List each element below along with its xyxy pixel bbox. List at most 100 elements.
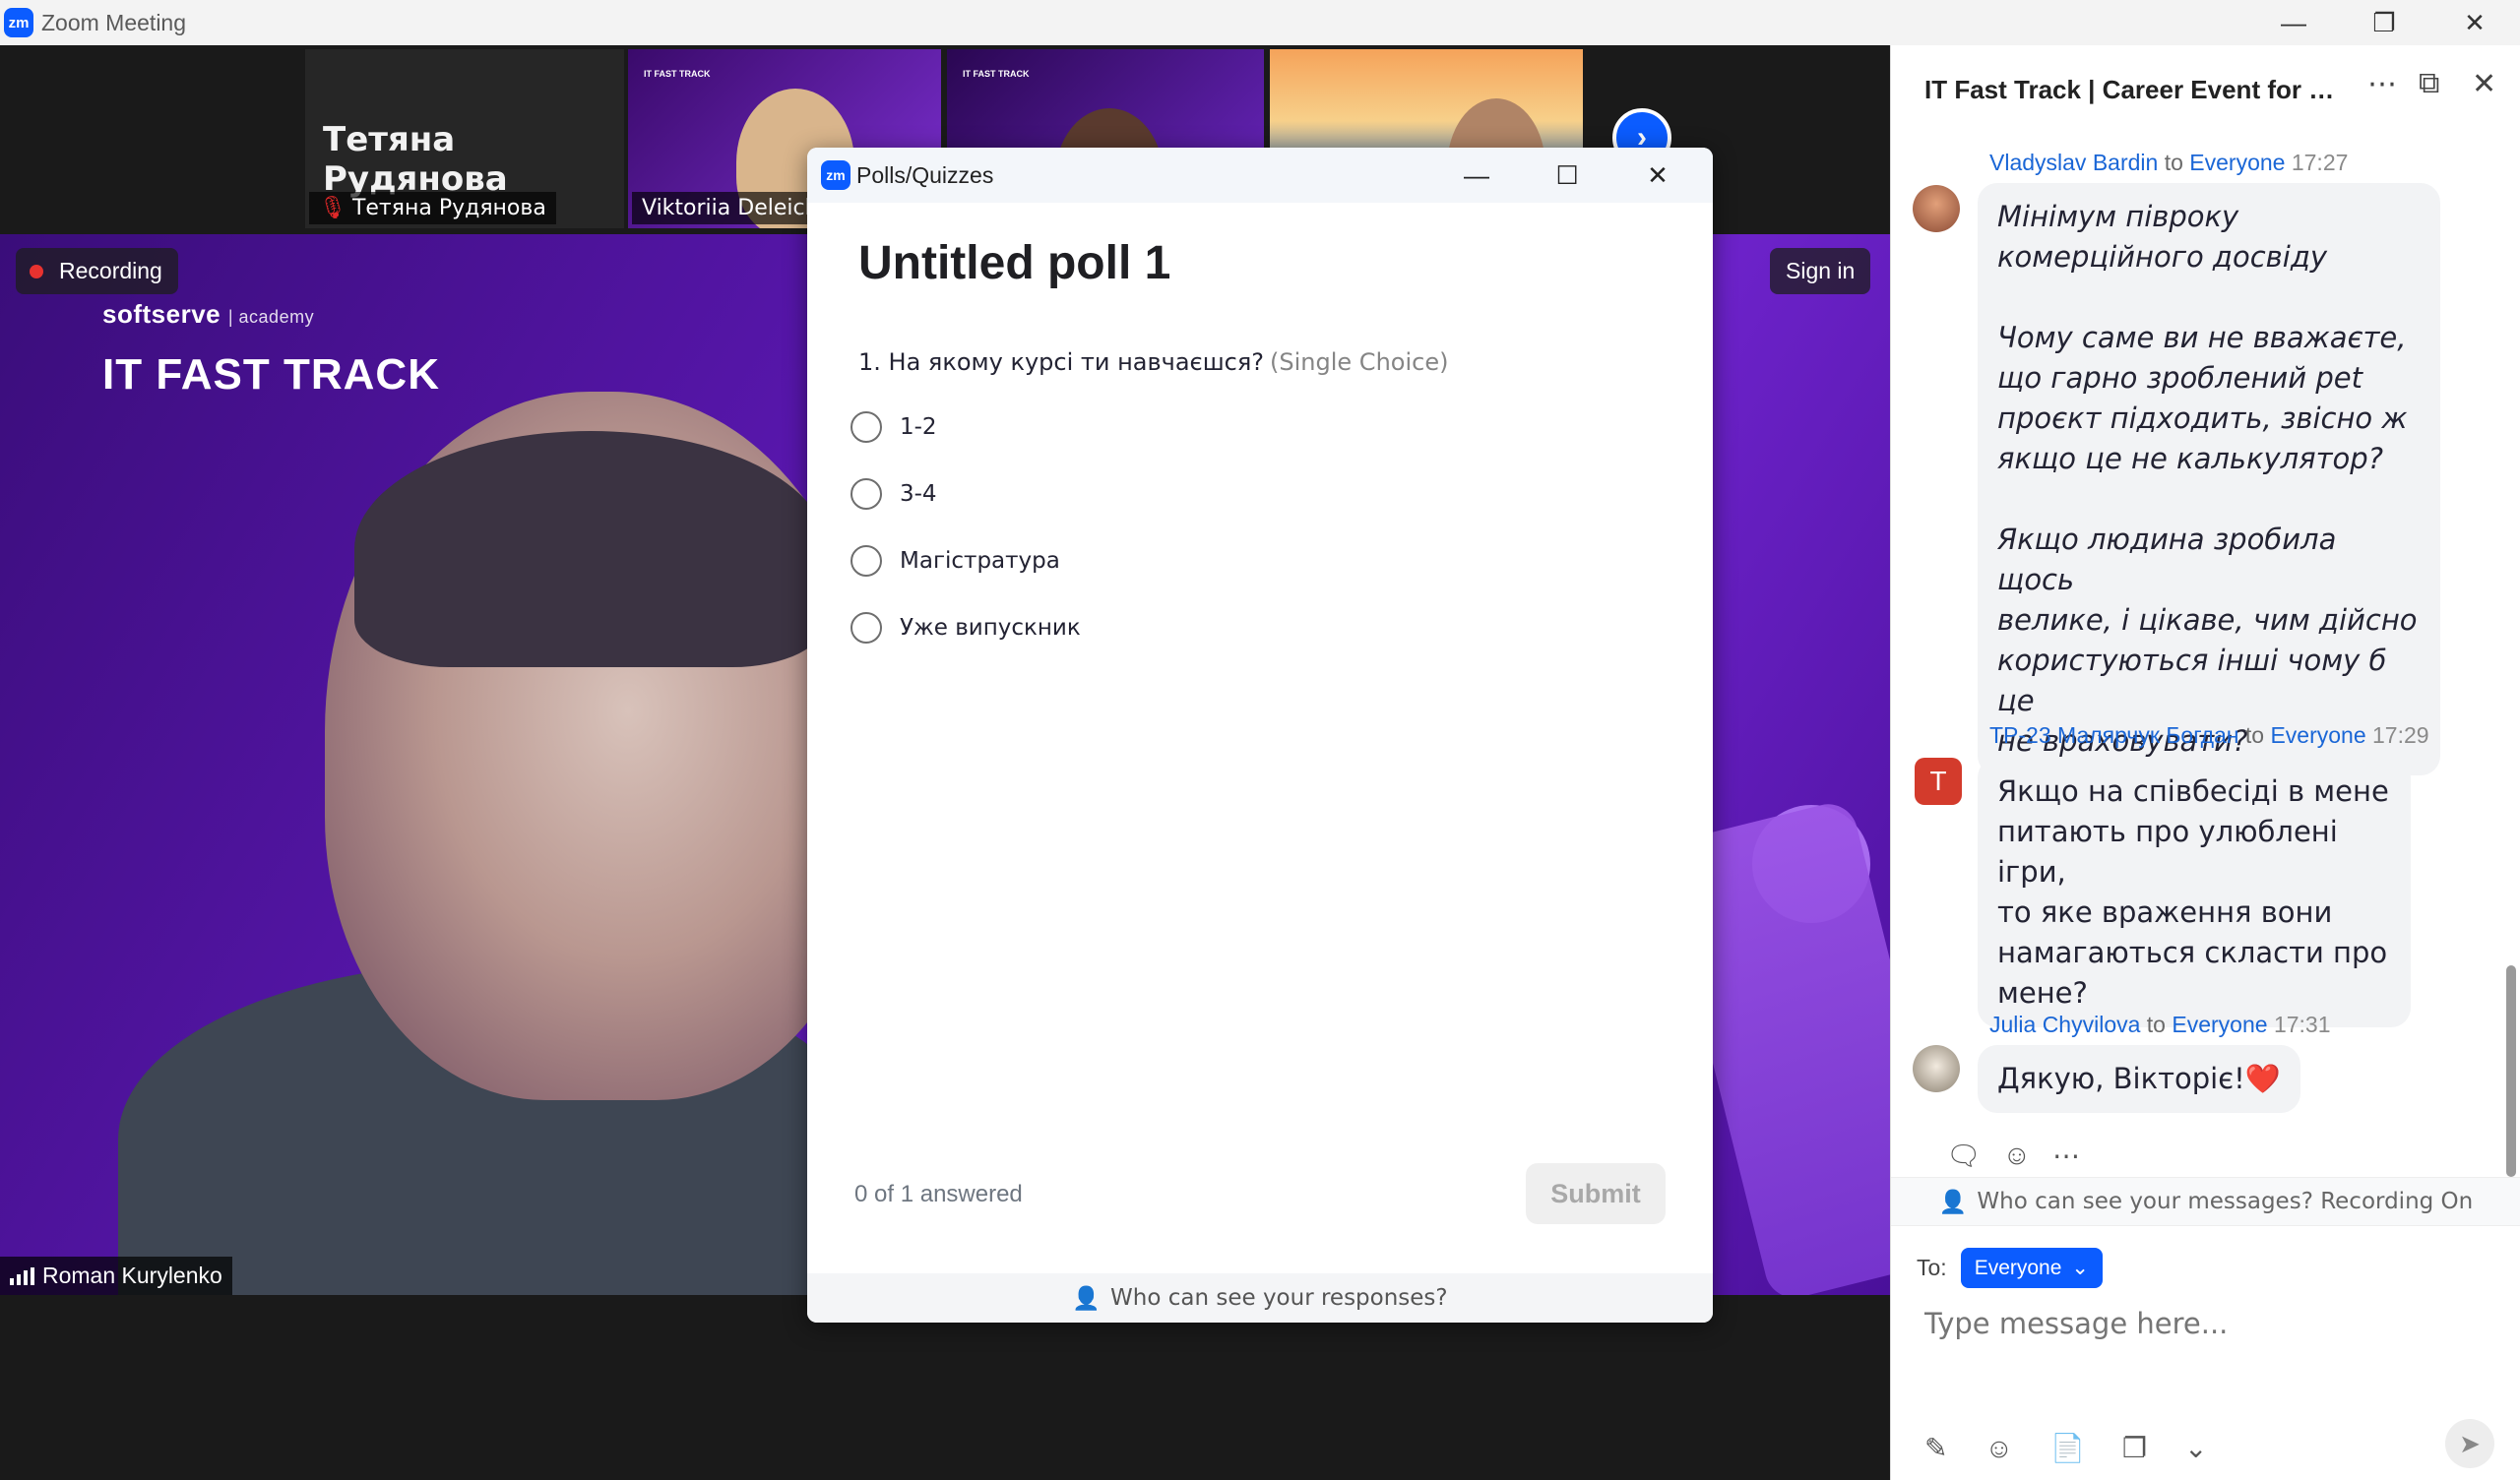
send-button[interactable]: ➤ xyxy=(2445,1419,2494,1468)
privacy-user-icon: 👤 xyxy=(1072,1285,1102,1312)
chevron-down-icon[interactable]: ⌄ xyxy=(2184,1432,2207,1464)
brand-name: softserve xyxy=(102,299,221,329)
radio-button[interactable] xyxy=(850,478,882,510)
restore-icon[interactable]: ❐ xyxy=(2339,0,2429,45)
screenshot-icon[interactable]: ❐ xyxy=(2122,1432,2147,1464)
radio-button[interactable] xyxy=(850,545,882,577)
message-recipient[interactable]: Everyone xyxy=(2172,1012,2267,1037)
zoom-logo-icon: zm xyxy=(4,8,33,37)
message-header: Vladyslav Bardin to Everyone 17:27 xyxy=(1989,150,2348,176)
question-type: (Single Choice) xyxy=(1270,348,1449,376)
speaker-hair xyxy=(354,431,827,667)
emoji-icon[interactable]: ☺ xyxy=(1984,1433,2013,1464)
mini-brand: IT FAST TRACK xyxy=(644,69,711,79)
recording-indicator[interactable]: Recording xyxy=(16,248,178,294)
add-reaction-icon[interactable]: ☺ xyxy=(2003,1140,2032,1172)
to-label: To: xyxy=(1917,1255,1947,1280)
message-recipient[interactable]: Everyone xyxy=(2189,150,2285,175)
sign-in-button[interactable]: Sign in xyxy=(1770,248,1871,294)
privacy-text: Who can see your responses? xyxy=(1110,1285,1448,1311)
avatar[interactable]: T xyxy=(1915,758,1962,805)
message-to: to xyxy=(2164,150,2183,175)
message-time: 17:27 xyxy=(2291,150,2349,175)
recipient-row: To: Everyone ⌄ xyxy=(1917,1248,2104,1288)
poll-privacy-link[interactable]: 👤 Who can see your responses? xyxy=(807,1273,1713,1323)
window-title: Zoom Meeting xyxy=(41,9,187,35)
message-sender[interactable]: Julia Chyvilova xyxy=(1989,1012,2140,1037)
brand-sub: | academy xyxy=(227,307,315,327)
brand-it-fast-track: IT FAST TRACK xyxy=(102,350,440,399)
send-icon: ➤ xyxy=(2459,1428,2481,1458)
brand-softserve: softserve | academy xyxy=(102,299,314,330)
option-label: 3-4 xyxy=(900,481,937,507)
chat-title: IT Fast Track | Career Event for St... xyxy=(1924,75,2338,104)
message-header: ТР-23 Малярчук Богдан to Everyone 17:29 xyxy=(1989,722,2429,749)
recipient-dropdown[interactable]: Everyone ⌄ xyxy=(1960,1248,2104,1288)
poll-window-title: Polls/Quizzes xyxy=(856,161,994,188)
message-time: 17:31 xyxy=(2273,1012,2331,1037)
message-sender[interactable]: ТР-23 Малярчук Богдан xyxy=(1989,722,2238,748)
speaker-name-label: Roman Kurylenko xyxy=(0,1257,232,1295)
participant-name: Viktoriia Deleich xyxy=(642,196,819,220)
message-sender[interactable]: Vladyslav Bardin xyxy=(1989,150,2158,175)
recording-dot-icon xyxy=(30,264,43,278)
chat-message-bubble[interactable]: Дякую, Вікторіє!❤️ xyxy=(1978,1045,2300,1113)
poll-option[interactable]: Уже випускник xyxy=(850,612,1081,644)
zoom-logo-icon: zm xyxy=(821,160,850,190)
chat-header: IT Fast Track | Career Event for St... ⋯… xyxy=(1891,45,2520,132)
mic-muted-icon: 🎙 xyxy=(319,196,346,220)
close-icon[interactable]: ✕ xyxy=(2429,0,2520,45)
chevron-down-icon: ⌄ xyxy=(2071,1257,2090,1279)
close-icon[interactable]: ✕ xyxy=(2472,67,2496,101)
window-titlebar: zm Zoom Meeting — ❐ ✕ xyxy=(0,0,2520,45)
visibility-text: Who can see your messages? Recording On xyxy=(1977,1189,2474,1214)
message-to: to xyxy=(2244,722,2265,748)
poll-option[interactable]: 3-4 xyxy=(850,478,937,510)
speaker-name: Roman Kurylenko xyxy=(42,1263,222,1288)
chat-scrollbar[interactable] xyxy=(2506,965,2516,1177)
chat-toolbar: ✎ ☺ 📄 ❐ ⌄ xyxy=(1924,1432,2208,1464)
close-icon[interactable]: ✕ xyxy=(1612,160,1703,191)
polls-dialog: zm Polls/Quizzes — ☐ ✕ Untitled poll 1 1… xyxy=(807,148,1713,1323)
poll-heading: Untitled poll 1 xyxy=(858,237,1171,289)
avatar[interactable] xyxy=(1913,1045,1960,1092)
reply-thread-icon[interactable]: 🗨 xyxy=(1946,1140,1982,1172)
message-input[interactable] xyxy=(1924,1307,2476,1340)
radio-button[interactable] xyxy=(850,612,882,644)
privacy-user-icon: 👤 xyxy=(1938,1189,1968,1215)
window-controls: — ❐ ✕ xyxy=(2248,0,2520,45)
message-recipient[interactable]: Everyone xyxy=(2270,722,2365,748)
poll-window-controls: — ☐ ✕ xyxy=(1431,148,1703,203)
message-actions: 🗨 ☺ ⋯ xyxy=(1946,1140,2080,1172)
more-options-icon[interactable]: ⋯ xyxy=(2367,67,2397,101)
avatar[interactable] xyxy=(1913,185,1960,232)
radio-button[interactable] xyxy=(850,411,882,443)
mini-brand: IT FAST TRACK xyxy=(963,69,1030,79)
poll-titlebar[interactable]: zm Polls/Quizzes — ☐ ✕ xyxy=(807,148,1713,203)
participant-label: Viktoriia Deleich xyxy=(632,192,829,224)
participant-label: 🎙 Тетяна Рудянова xyxy=(309,192,556,224)
chat-message-bubble[interactable]: Мінімум півроку комерційного досвіду Чом… xyxy=(1978,183,2440,775)
format-text-icon[interactable]: ✎ xyxy=(1924,1432,1947,1464)
message-time: 17:29 xyxy=(2372,722,2429,748)
chat-panel: IT Fast Track | Career Event for St... ⋯… xyxy=(1890,45,2520,1480)
recording-label: Recording xyxy=(59,258,162,283)
poll-option[interactable]: Магістратура xyxy=(850,545,1060,577)
poll-option[interactable]: 1-2 xyxy=(850,411,937,443)
minimize-icon[interactable]: — xyxy=(2248,0,2339,45)
poll-question: 1. На якому курсі ти навчаєшся? (Single C… xyxy=(858,348,1448,376)
participant-name: Тетяна Рудянова xyxy=(351,196,546,220)
pop-out-icon[interactable]: ⧉ xyxy=(2419,67,2439,100)
option-label: Магістратура xyxy=(900,548,1060,574)
message-visibility-link[interactable]: 👤 Who can see your messages? Recording O… xyxy=(1891,1177,2520,1226)
option-label: Уже випускник xyxy=(900,615,1081,641)
maximize-icon[interactable]: ☐ xyxy=(1522,160,1612,191)
submit-button[interactable]: Submit xyxy=(1526,1163,1666,1224)
chat-message-bubble[interactable]: Якщо на співбесіді в мене питають про ул… xyxy=(1978,758,2411,1027)
file-icon[interactable]: 📄 xyxy=(2050,1432,2085,1464)
more-options-icon[interactable]: ⋯ xyxy=(2052,1140,2080,1172)
question-text: 1. На якому курсі ти навчаєшся? xyxy=(858,348,1265,376)
message-header: Julia Chyvilova to Everyone 17:31 xyxy=(1989,1012,2331,1038)
minimize-icon[interactable]: — xyxy=(1431,160,1522,191)
participant-tile[interactable]: Тетяна Рудянова 🎙 Тетяна Рудянова xyxy=(305,49,624,228)
